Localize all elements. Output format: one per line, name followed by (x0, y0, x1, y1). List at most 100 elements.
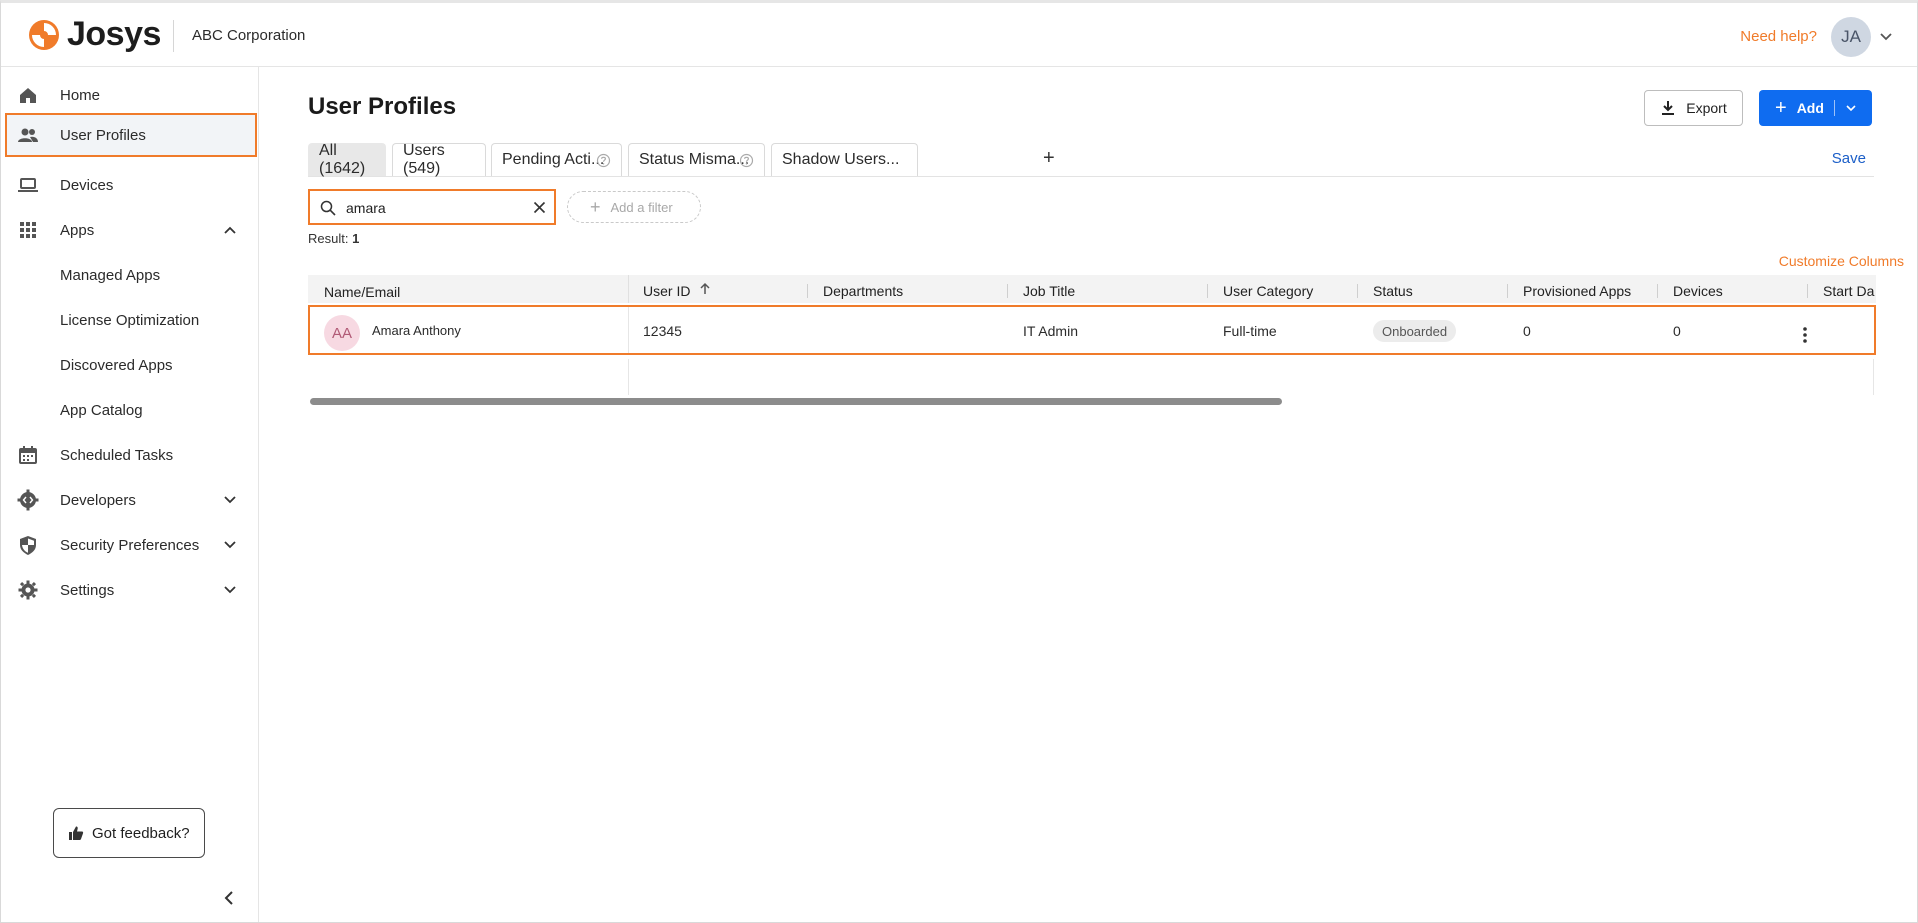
sidebar-item-label: Scheduled Tasks (60, 446, 174, 464)
tab-pending-actions[interactable]: Pending Acti... (491, 143, 622, 176)
sort-ascending-icon[interactable] (698, 282, 712, 296)
sidebar-item-label: Settings (60, 581, 115, 599)
row-avatar: AA (324, 315, 360, 351)
column-divider (1507, 284, 1508, 298)
sidebar-item-label: User Profiles (60, 126, 146, 144)
code-gear-icon (17, 489, 39, 511)
cell-user-category: Full-time (1223, 323, 1277, 339)
add-tab-button[interactable]: + (1043, 147, 1055, 170)
export-label: Export (1686, 100, 1727, 116)
help-circle-icon[interactable] (739, 153, 754, 168)
sidebar-item-label: Developers (60, 491, 136, 509)
customize-columns-link[interactable]: Customize Columns (1779, 253, 1904, 269)
column-divider (1207, 284, 1208, 298)
column-divider (807, 284, 808, 298)
search-input[interactable]: amara (346, 200, 386, 216)
grid-icon (20, 222, 36, 238)
column-header-name[interactable]: Name/Email (324, 284, 400, 300)
tab-all[interactable]: All (1642) (308, 142, 386, 177)
page-title: User Profiles (308, 93, 457, 120)
search-icon (320, 200, 336, 216)
export-button[interactable]: Export (1644, 90, 1743, 126)
search-box[interactable]: amara (308, 189, 556, 225)
tab-users[interactable]: Users (549) (392, 142, 486, 177)
more-vertical-icon[interactable] (1803, 327, 1807, 343)
close-icon[interactable] (533, 201, 546, 214)
sidebar-item-license-optimization[interactable]: License Optimization (5, 298, 257, 342)
cell-user-id: 12345 (643, 323, 682, 339)
column-header-user-category[interactable]: User Category (1223, 283, 1313, 299)
header-divider (173, 20, 174, 52)
avatar-initials: AA (331, 324, 352, 342)
tab-label: Pending Acti... (502, 151, 605, 168)
collapse-sidebar-icon[interactable] (222, 890, 238, 906)
chevron-down-icon[interactable] (223, 538, 237, 552)
sidebar-item-label: App Catalog (60, 401, 143, 419)
result-count: Result: 1 (308, 231, 359, 246)
chevron-down-icon[interactable] (223, 493, 237, 507)
sidebar-item-label: Managed Apps (60, 266, 161, 284)
users-icon (18, 128, 38, 142)
table-row[interactable]: AA Amara Anthony 12345 IT Admin Full-tim… (308, 305, 1876, 355)
feedback-button[interactable]: Got feedback? (53, 808, 205, 858)
cell-job-title: IT Admin (1023, 323, 1078, 339)
column-header-provisioned-apps[interactable]: Provisioned Apps (1523, 283, 1631, 299)
sidebar-item-label: Discovered Apps (60, 356, 173, 374)
column-line (628, 359, 629, 395)
column-header-status[interactable]: Status (1373, 283, 1413, 299)
sidebar-item-user-profiles[interactable]: User Profiles (5, 113, 257, 157)
result-label: Result: (308, 231, 349, 246)
column-divider (1807, 284, 1808, 298)
result-number: 1 (352, 231, 360, 246)
sidebar-item-managed-apps[interactable]: Managed Apps (5, 253, 257, 297)
sidebar-item-scheduled-tasks[interactable]: Scheduled Tasks (5, 433, 257, 477)
column-divider (628, 275, 629, 303)
chevron-up-icon[interactable] (223, 223, 237, 237)
sidebar-item-security-preferences[interactable]: Security Preferences (5, 523, 257, 567)
tab-status-mismatch[interactable]: Status Misma... (628, 143, 765, 176)
sidebar-item-discovered-apps[interactable]: Discovered Apps (5, 343, 257, 387)
column-header-devices[interactable]: Devices (1673, 283, 1723, 299)
horizontal-scrollbar[interactable] (310, 398, 1282, 405)
status-badge: Onboarded (1373, 320, 1457, 342)
need-help-link[interactable]: Need help? (1740, 28, 1817, 45)
sidebar-item-devices[interactable]: Devices (5, 163, 257, 207)
column-divider (1007, 284, 1008, 298)
add-label: Add (1796, 100, 1824, 116)
sidebar-item-developers[interactable]: Developers (5, 478, 257, 522)
column-divider (1657, 284, 1658, 298)
sidebar-item-home[interactable]: Home (5, 73, 257, 117)
feedback-label: Got feedback? (92, 824, 190, 842)
user-initials: JA (1841, 27, 1861, 46)
user-avatar[interactable]: JA (1831, 17, 1871, 57)
chevron-down-icon[interactable] (1879, 30, 1893, 44)
cell-devices: 0 (1673, 323, 1681, 339)
column-header-departments[interactable]: Departments (823, 283, 903, 299)
sidebar-item-apps[interactable]: Apps (5, 208, 257, 252)
main-content: User Profiles Export + Add All (1642) Us… (259, 67, 1917, 922)
tab-shadow-users[interactable]: Shadow Users... (771, 143, 918, 176)
chevron-down-icon[interactable] (1845, 102, 1857, 114)
column-header-job-title[interactable]: Job Title (1023, 283, 1075, 299)
add-filter-button[interactable]: + Add a filter (567, 191, 701, 223)
josys-logo-icon (29, 19, 59, 50)
view-tabs: All (1642) Users (549) Pending Acti... S… (308, 142, 1874, 177)
brand-logo[interactable]: Josys (27, 15, 161, 54)
sidebar-item-app-catalog[interactable]: App Catalog (5, 388, 257, 432)
save-view-link[interactable]: Save (1832, 150, 1866, 167)
add-button[interactable]: + Add (1759, 90, 1872, 126)
tab-label: Status Misma... (639, 151, 750, 168)
column-header-start-date[interactable]: Start Da (1823, 283, 1874, 299)
column-line (1873, 359, 1874, 395)
top-header: Josys ABC Corporation Need help? JA (1, 3, 1917, 67)
add-filter-label: Add a filter (610, 199, 673, 215)
sidebar-item-settings[interactable]: Settings (5, 568, 257, 612)
chevron-down-icon[interactable] (223, 583, 237, 597)
shield-icon (20, 536, 36, 555)
tab-label: Shadow Users... (782, 151, 900, 168)
brand-name: Josys (67, 15, 161, 53)
cell-name[interactable]: Amara Anthony (372, 323, 461, 338)
help-circle-icon[interactable] (596, 153, 611, 168)
plus-icon: + (1775, 97, 1787, 119)
column-header-user-id[interactable]: User ID (643, 283, 690, 299)
